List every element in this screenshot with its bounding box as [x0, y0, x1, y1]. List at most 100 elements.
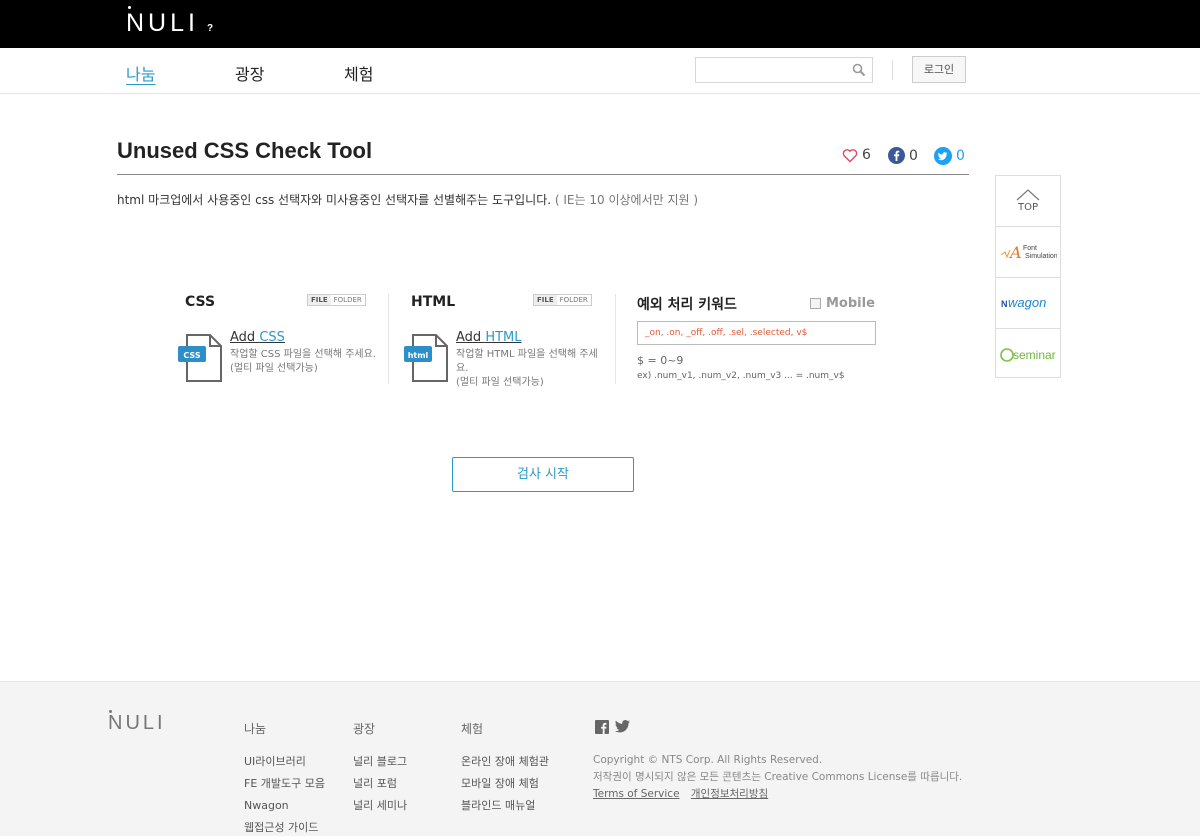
footer-social [595, 720, 630, 734]
html-file-folder-toggle[interactable]: FILE FOLDER [533, 294, 592, 306]
privacy-link[interactable]: 개인정보처리방침 [691, 788, 768, 800]
logo-text: NULI [126, 9, 199, 37]
css-toggle-folder[interactable]: FOLDER [330, 295, 365, 305]
footer: NULI 나눔 UI라이브러리 FE 개발도구 모음 Nwagon 웹접근성 가… [0, 681, 1200, 836]
footer-copyright: Copyright © NTS Corp. All Rights Reserve… [593, 752, 962, 803]
font-simulation-logo: A FontSimulation [1000, 243, 1057, 262]
terms-link[interactable]: Terms of Service [593, 788, 680, 800]
start-check-button[interactable]: 검사 시작 [452, 457, 634, 492]
footer-link[interactable]: 블라인드 매뉴얼 [461, 795, 549, 817]
search-input[interactable] [695, 57, 873, 83]
css-toggle-file[interactable]: FILE [308, 295, 331, 305]
search-icon[interactable] [852, 63, 866, 77]
logo-dot [128, 6, 131, 9]
like-count: 6 [862, 147, 871, 163]
twitter-share[interactable]: 0 [934, 147, 965, 165]
top-bar: NULI ? [0, 0, 1200, 48]
nwagon-logo: N wagon [1001, 295, 1046, 310]
footer-link[interactable]: 모바일 장애 체험 [461, 773, 549, 795]
footer-heading: 나눔 [244, 722, 267, 736]
html-upload-panel: HTML FILE FOLDER html Add HTML 작업할 HTML … [404, 290, 604, 388]
footer-link[interactable]: FE 개발도구 모음 [244, 773, 325, 795]
footer-logo-dot [109, 710, 112, 713]
mobile-checkbox[interactable]: Mobile [810, 296, 875, 311]
add-css-prefix: Add [230, 330, 260, 345]
html-toggle-file[interactable]: FILE [534, 295, 557, 305]
description-note: ( IE는 10 이상에서만 지원 ) [554, 193, 699, 207]
font-simulation-a: A [1008, 243, 1022, 262]
css-hint-line2: (멀티 파일 선택가능) [230, 363, 318, 374]
title-divider [117, 174, 969, 175]
description-text: html 마크업에서 사용중인 css 선택자와 미사용중인 선택자를 선별해주… [117, 193, 552, 207]
facebook-share[interactable]: 0 [888, 147, 918, 164]
keywords-example: ex) .num_v1, .num_v2, .num_v3 ... = .num… [637, 371, 845, 381]
footer-link[interactable]: UI라이브러리 [244, 751, 325, 773]
footer-link[interactable]: 널리 블로그 [353, 751, 407, 773]
font-simulation-word: Font [1023, 245, 1037, 252]
css-file-icon[interactable]: CSS [178, 334, 222, 382]
nav-item-plaza[interactable]: 광장 [235, 61, 264, 85]
quick-item-seminar[interactable]: seminar [996, 329, 1060, 380]
add-css-highlight: CSS [259, 330, 285, 345]
html-hint: 작업할 HTML 파일을 선택해 주세요. (멀티 파일 선택가능) [456, 348, 604, 390]
chevron-up-icon [1016, 189, 1040, 201]
add-html-prefix: Add [456, 330, 486, 345]
footer-heading: 광장 [353, 722, 376, 736]
html-icon-text: html [408, 351, 429, 360]
twitter-count: 0 [956, 148, 965, 164]
nuli-logo[interactable]: NULI [126, 6, 199, 38]
nav-item-share[interactable]: 나눔 [126, 61, 155, 85]
mobile-checkbox-box[interactable] [810, 298, 821, 309]
footer-logo[interactable]: NULI [108, 710, 166, 735]
html-hint-line2: (멀티 파일 선택가능) [456, 377, 544, 388]
keywords-title: 예외 처리 키워드 [637, 297, 737, 313]
main-nav: 나눔 광장 체험 로그인 [0, 48, 1200, 94]
column-divider [388, 294, 389, 384]
css-hint: 작업할 CSS 파일을 선택해 주세요. (멀티 파일 선택가능) [230, 348, 376, 376]
css-icon-text: CSS [183, 351, 200, 360]
footer-link[interactable]: 널리 포럼 [353, 773, 407, 795]
footer-col-plaza: 광장 널리 블로그 널리 포럼 널리 세미나 [353, 720, 407, 817]
twitter-icon[interactable] [615, 720, 630, 733]
html-panel-title: HTML [411, 294, 456, 310]
logo-help-link[interactable]: ? [207, 23, 213, 34]
footer-link[interactable]: 온라인 장애 체험관 [461, 751, 549, 773]
svg-text:wagon: wagon [1008, 295, 1046, 310]
quick-item-font-simulation[interactable]: A Font Simulation [996, 227, 1060, 278]
license-text: 저작권이 명시되지 않은 모든 콘텐츠는 Creative Commons Li… [593, 771, 963, 783]
facebook-icon[interactable] [595, 720, 609, 734]
html-hint-line1: 작업할 HTML 파일을 선택해 주세요. [456, 349, 598, 374]
seminar-logo: seminar [1000, 348, 1056, 362]
css-upload-panel: CSS FILE FOLDER CSS Add CSS 작업할 CSS 파일을 … [178, 290, 378, 385]
nav-item-experience[interactable]: 체험 [344, 61, 373, 85]
column-divider [615, 294, 616, 384]
nav-divider [892, 60, 893, 80]
add-css-link[interactable]: Add CSS [230, 330, 285, 345]
like-counter[interactable]: 6 [842, 147, 871, 163]
twitter-icon [934, 147, 952, 165]
svg-text:N: N [1001, 299, 1008, 309]
footer-col-share: 나눔 UI라이브러리 FE 개발도구 모음 Nwagon 웹접근성 가이드 [244, 720, 325, 839]
css-file-folder-toggle[interactable]: FILE FOLDER [307, 294, 366, 306]
page-title: Unused CSS Check Tool [117, 138, 373, 163]
footer-link[interactable]: Nwagon [244, 795, 325, 817]
top-button[interactable]: TOP [996, 176, 1060, 227]
login-button[interactable]: 로그인 [912, 56, 966, 83]
facebook-count: 0 [909, 147, 918, 164]
exception-keywords-input[interactable]: _on, .on, _off, .off, .sel, .selected, v… [637, 321, 876, 345]
font-simulation-word: Simulation [1025, 253, 1057, 260]
top-label: TOP [1017, 202, 1038, 213]
footer-heading: 체험 [461, 722, 484, 736]
css-panel-title: CSS [185, 294, 216, 310]
copyright-text: Copyright © NTS Corp. All Rights Reserve… [593, 754, 823, 766]
page-description: html 마크업에서 사용중인 css 선택자와 미사용중인 선택자를 선별해주… [117, 191, 698, 208]
html-file-icon[interactable]: html [404, 334, 448, 382]
add-html-link[interactable]: Add HTML [456, 330, 522, 345]
footer-link[interactable]: 널리 세미나 [353, 795, 407, 817]
footer-col-experience: 체험 온라인 장애 체험관 모바일 장애 체험 블라인드 매뉴얼 [461, 720, 549, 817]
quick-item-nwagon[interactable]: N wagon [996, 278, 1060, 329]
seminar-text: seminar [1013, 348, 1056, 362]
keywords-note: $ = 0~9 [637, 354, 684, 367]
html-toggle-folder[interactable]: FOLDER [556, 295, 591, 305]
mobile-label: Mobile [826, 296, 875, 311]
